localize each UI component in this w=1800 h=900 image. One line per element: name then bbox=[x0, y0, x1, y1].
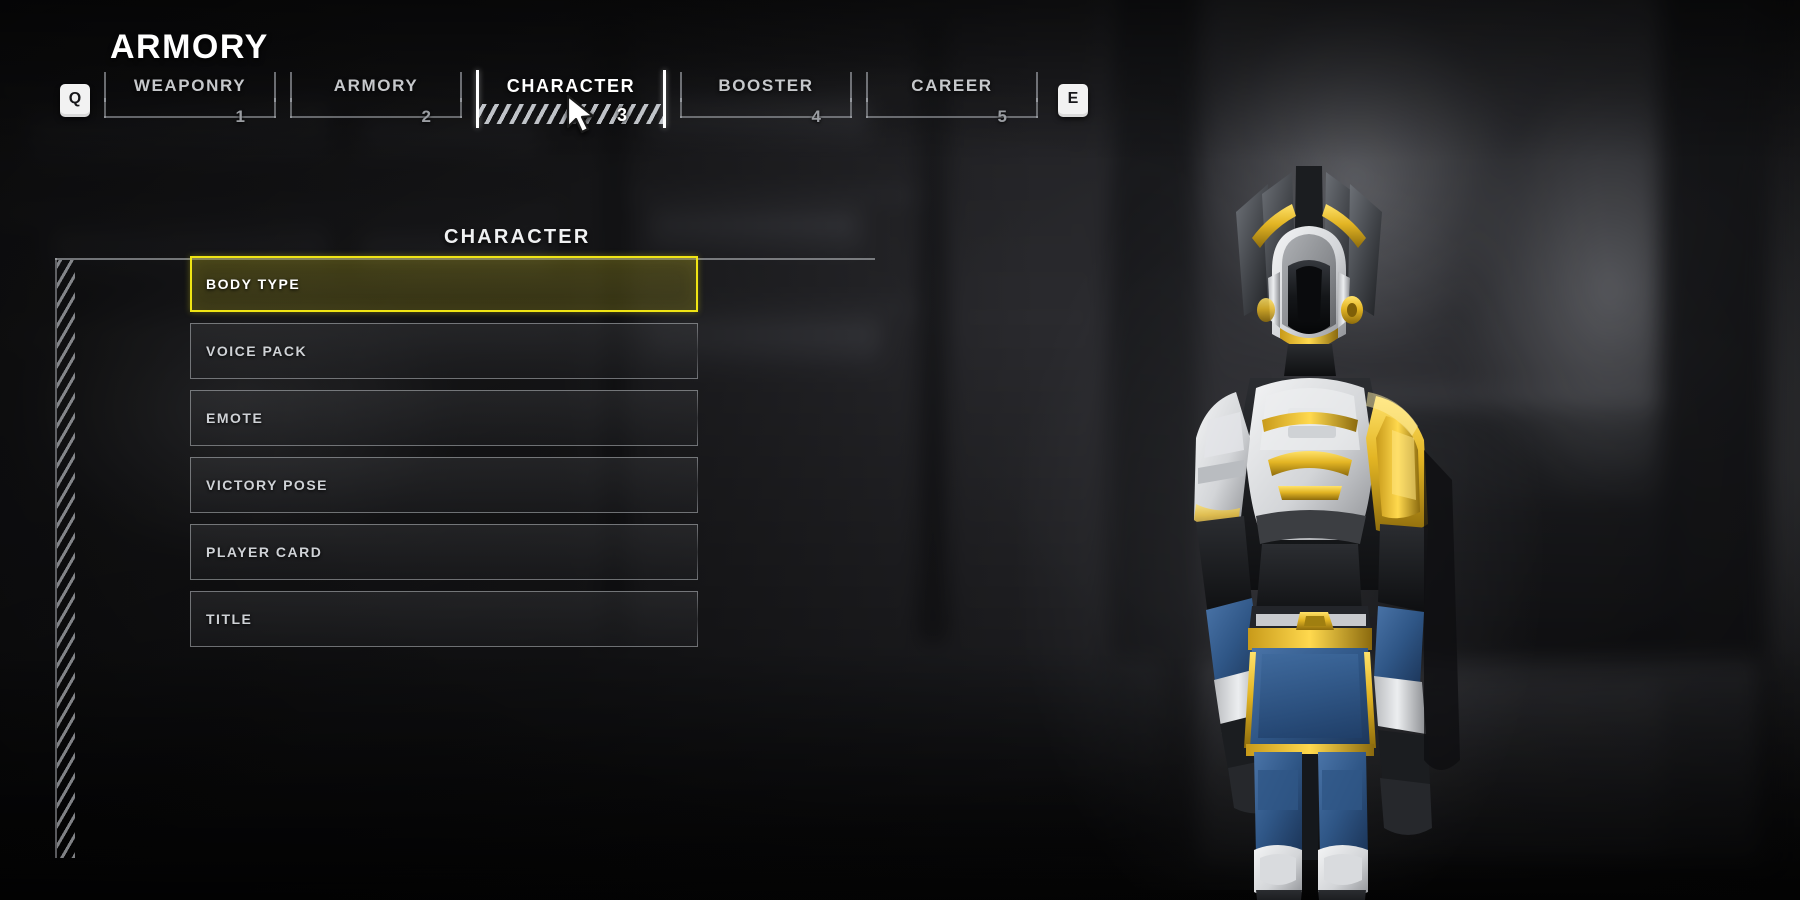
tab-number: 2 bbox=[421, 107, 431, 126]
tab-label: CAREER bbox=[911, 76, 993, 95]
list-item-label: EMOTE bbox=[206, 410, 264, 426]
tab-number: 4 bbox=[811, 107, 821, 126]
list-item-label: PLAYER CARD bbox=[206, 544, 323, 560]
game-armory-screen: ARMORY Q WEAPONRY 1 ARMORY 2 CHARACTER 3… bbox=[0, 0, 1800, 900]
tab-corner-bl bbox=[866, 98, 868, 118]
list-item-player-card[interactable]: PLAYER CARD bbox=[190, 524, 698, 580]
tab-baseline bbox=[680, 116, 852, 118]
tab-label: CHARACTER bbox=[506, 76, 636, 96]
tab-active-stripes bbox=[479, 104, 663, 124]
tab-character[interactable]: CHARACTER 3 bbox=[476, 70, 666, 134]
tab-corner-bl bbox=[680, 98, 682, 118]
tab-number: 5 bbox=[997, 107, 1007, 126]
tab-corner-br bbox=[460, 98, 462, 118]
list-item-label: VICTORY POSE bbox=[206, 477, 328, 493]
tab-label: WEAPONRY bbox=[133, 76, 247, 95]
tab-corner-br bbox=[850, 98, 852, 118]
tab-label: ARMORY bbox=[333, 76, 419, 95]
panel-diagonal-stripes bbox=[57, 260, 75, 858]
tab-booster[interactable]: BOOSTER 4 bbox=[680, 72, 852, 128]
list-item-body-type[interactable]: BODY TYPE bbox=[190, 256, 698, 312]
character-model-preview bbox=[1000, 120, 1560, 900]
tab-baseline bbox=[866, 116, 1038, 118]
tab-baseline bbox=[104, 116, 276, 118]
list-item-title[interactable]: TITLE bbox=[190, 591, 698, 647]
tab-number: 1 bbox=[235, 107, 245, 126]
tab-corner-br bbox=[1036, 98, 1038, 118]
character-option-list: BODY TYPE VOICE PACK EMOTE VICTORY POSE … bbox=[190, 256, 698, 658]
tab-corner-bl bbox=[104, 98, 106, 118]
list-item-voice-pack[interactable]: VOICE PACK bbox=[190, 323, 698, 379]
list-item-label: TITLE bbox=[206, 611, 253, 627]
tab-bar: Q WEAPONRY 1 ARMORY 2 CHARACTER 3 BOOSTE… bbox=[60, 70, 1088, 134]
tab-label: BOOSTER bbox=[718, 76, 814, 95]
keyboard-key-q-icon[interactable]: Q bbox=[60, 84, 90, 114]
section-title: CHARACTER bbox=[444, 226, 591, 248]
list-item-emote[interactable]: EMOTE bbox=[190, 390, 698, 446]
tab-baseline bbox=[290, 116, 462, 118]
page-title: ARMORY bbox=[110, 28, 269, 66]
tab-number: 3 bbox=[616, 105, 627, 125]
tab-corner-br bbox=[274, 98, 276, 118]
tab-weaponry[interactable]: WEAPONRY 1 bbox=[104, 72, 276, 128]
row-border bbox=[190, 591, 698, 647]
row-border bbox=[190, 390, 698, 446]
tab-career[interactable]: CAREER 5 bbox=[866, 72, 1038, 128]
list-item-label: VOICE PACK bbox=[206, 343, 308, 359]
list-item-victory-pose[interactable]: VICTORY POSE bbox=[190, 457, 698, 513]
list-item-label: BODY TYPE bbox=[206, 276, 301, 292]
keyboard-key-e-icon[interactable]: E bbox=[1058, 84, 1088, 114]
tab-corner-bl bbox=[290, 98, 292, 118]
tab-armory[interactable]: ARMORY 2 bbox=[290, 72, 462, 128]
